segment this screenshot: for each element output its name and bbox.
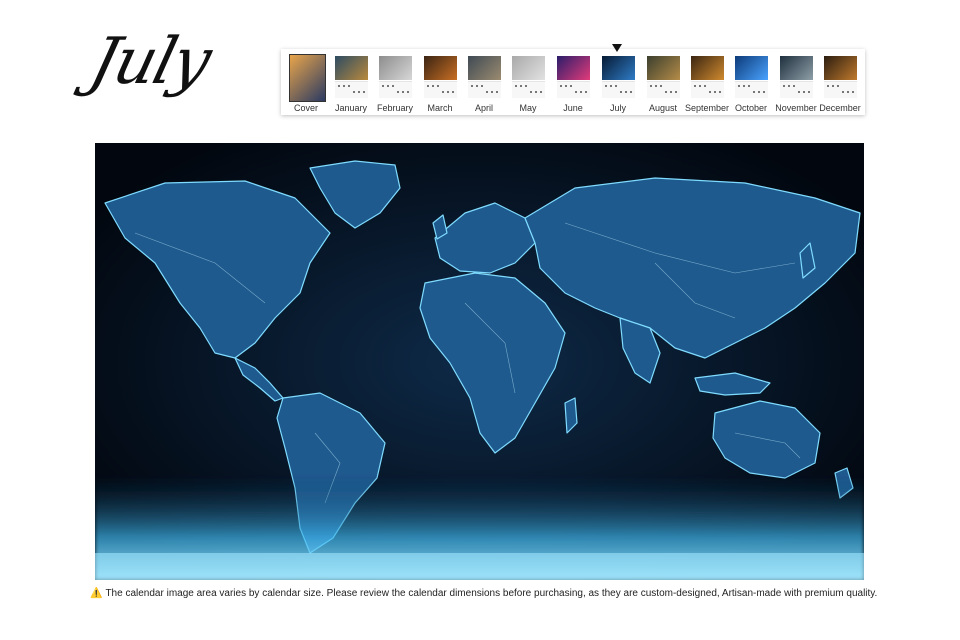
calendar-size-notice: ⚠️ The calendar image area varies by cale… <box>90 588 877 599</box>
world-map-image <box>95 143 864 580</box>
thumbnail-december[interactable]: December <box>818 54 862 113</box>
thumbnail-july[interactable]: July <box>596 54 640 113</box>
thumbnail-label: December <box>819 103 861 113</box>
month-title: July <box>82 25 217 99</box>
thumbnail-image <box>335 56 368 80</box>
thumbnail-calendar-grid <box>512 81 545 98</box>
thumbnail-image <box>735 56 768 80</box>
thumbnail-calendar-grid <box>735 81 768 98</box>
thumbnail-image <box>468 56 501 80</box>
thumbnail-calendar-grid <box>780 81 813 98</box>
warning-icon: ⚠️ <box>90 588 103 599</box>
thumbnail-calendar-grid <box>602 81 635 98</box>
notice-text: The calendar image area varies by calend… <box>105 588 878 599</box>
thumbnail-calendar-grid <box>824 81 857 98</box>
thumbnail-image <box>602 56 635 80</box>
thumbnail-image <box>647 56 680 80</box>
thumbnail-october[interactable]: October <box>729 54 773 113</box>
thumbnail-calendar-grid <box>468 81 501 98</box>
thumbnail-calendar-grid <box>647 81 680 98</box>
thumbnail-cover[interactable]: Cover <box>284 54 328 113</box>
thumbnail-image <box>824 56 857 80</box>
thumbnail-image <box>691 56 724 80</box>
thumbnail-image <box>289 54 326 102</box>
thumbnail-image <box>557 56 590 80</box>
thumbnail-calendar-grid <box>335 81 368 98</box>
month-thumbnail-strip: Cover January February March April May June Jul… <box>281 49 865 115</box>
thumbnail-calendar-grid <box>424 81 457 98</box>
thumbnail-june[interactable]: June <box>551 54 595 113</box>
thumbnail-calendar-grid <box>379 81 412 98</box>
thumbnail-calendar-grid <box>557 81 590 98</box>
selected-month-pointer-icon <box>612 44 622 52</box>
thumbnail-image <box>512 56 545 80</box>
thumbnail-image <box>379 56 412 80</box>
thumbnail-february[interactable]: February <box>373 54 417 113</box>
thumbnail-may[interactable]: May <box>506 54 550 113</box>
thumbnail-calendar-grid <box>691 81 724 98</box>
calendar-preview-image <box>95 143 864 580</box>
thumbnail-image <box>424 56 457 80</box>
thumbnail-image <box>780 56 813 80</box>
